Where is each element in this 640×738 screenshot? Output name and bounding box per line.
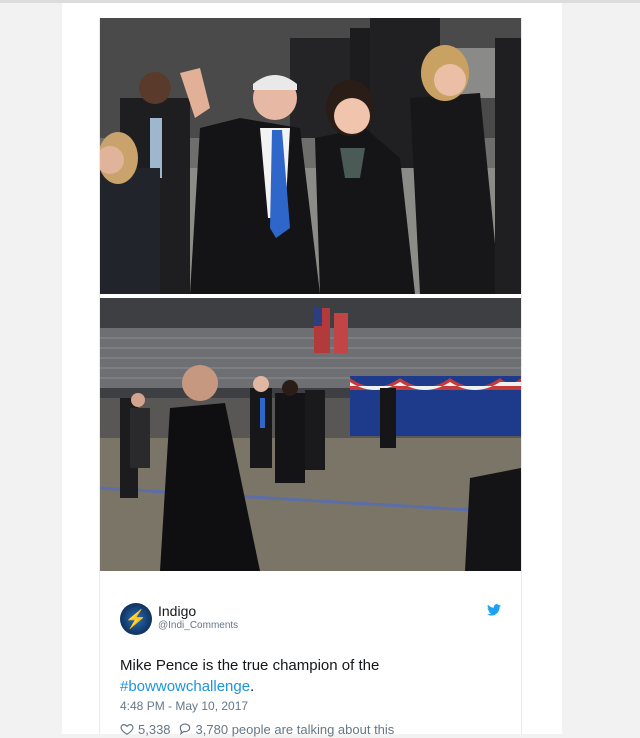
like-count[interactable]: 5,338 [138, 722, 171, 737]
photo-parade-wide[interactable] [100, 298, 521, 571]
tweet-timestamp[interactable]: 4:48 PM - May 10, 2017 [120, 699, 248, 713]
tweet-text-plain: Mike Pence is the true champion of the [120, 657, 380, 674]
tweet-actions: 5,338 3,780 people are talking about thi… [120, 720, 394, 738]
display-name[interactable]: Indigo [158, 603, 196, 619]
hashtag-link[interactable]: #bowwowchallenge [120, 678, 250, 695]
tweet-text: Mike Pence is the true champion of the #… [120, 655, 500, 697]
avatar[interactable]: ⚡ [120, 603, 152, 635]
talking-count[interactable]: 3,780 people are talking about this [196, 722, 395, 737]
photo-parade-closeup[interactable] [100, 18, 521, 294]
tweet-text-end: . [250, 678, 255, 695]
user-handle[interactable]: @Indi_Comments [158, 620, 238, 631]
embedded-tweet-card: ⚡ Indigo @Indi_Comments Mike Pence is th… [99, 18, 522, 737]
twitter-bird-icon[interactable] [487, 604, 501, 616]
tweet-body: ⚡ Indigo @Indi_Comments Mike Pence is th… [100, 571, 521, 737]
